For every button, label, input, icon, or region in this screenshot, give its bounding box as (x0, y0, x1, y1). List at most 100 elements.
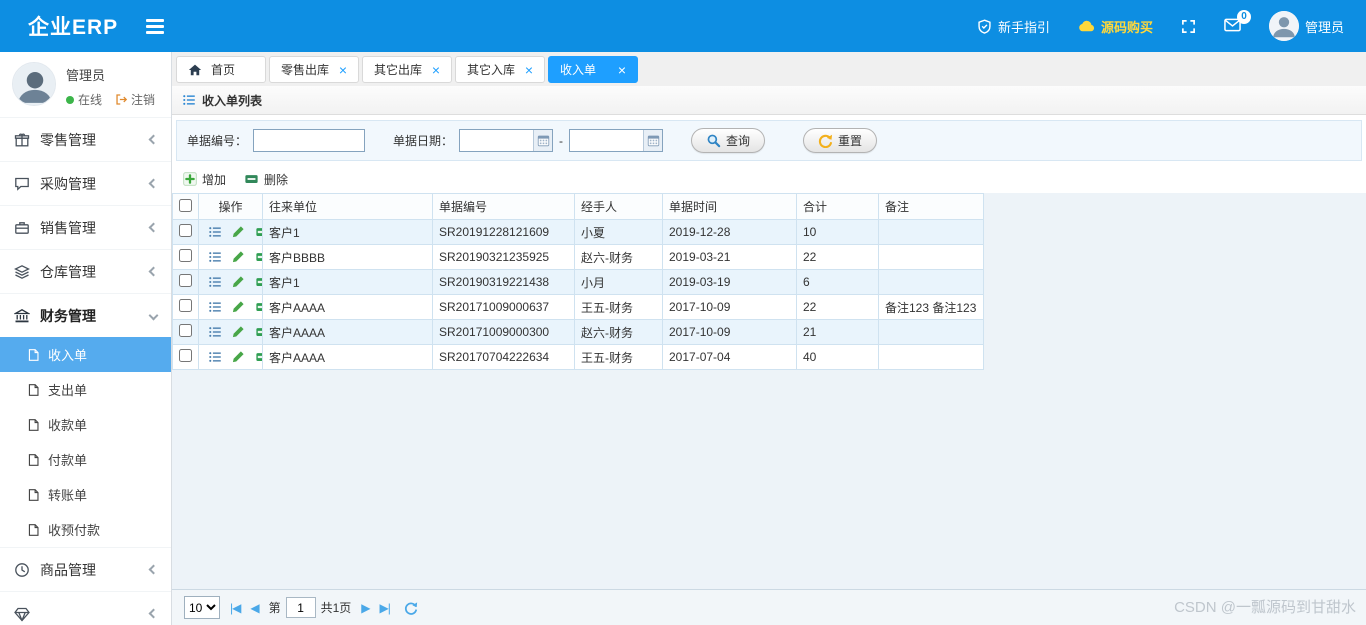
sidebar-subitem-transfer[interactable]: 转账单 (0, 477, 171, 512)
cell-doc-no: SR20191228121609 (433, 220, 575, 245)
row-money-card-icon[interactable] (255, 325, 263, 339)
guide-link[interactable]: 新手指引 (977, 17, 1050, 36)
col-header-remark: 备注 (879, 194, 984, 220)
chevron-left-icon (149, 565, 159, 575)
gift-icon (14, 132, 30, 148)
cell-remark (879, 320, 984, 345)
row-detail-icon[interactable] (208, 325, 222, 339)
chevron-left-icon (149, 267, 159, 277)
guide-label: 新手指引 (998, 17, 1050, 36)
tab-home[interactable]: 首页 (176, 56, 266, 83)
cell-doc-date: 2019-03-19 (663, 270, 797, 295)
buy-source-link[interactable]: 源码购买 (1078, 17, 1153, 36)
tab-income[interactable]: 收入单 × (548, 56, 638, 83)
messages-button[interactable]: 0 (1224, 18, 1241, 35)
row-detail-icon[interactable] (208, 275, 222, 289)
search-icon (706, 133, 721, 148)
cell-doc-date: 2019-12-28 (663, 220, 797, 245)
chevron-left-icon (149, 223, 159, 233)
sidebar-item-sales[interactable]: 销售管理 (0, 205, 171, 249)
tab-other-in[interactable]: 其它入库 × (455, 56, 545, 83)
cell-total: 10 (797, 220, 879, 245)
refresh-icon[interactable] (404, 601, 418, 615)
row-checkbox[interactable] (179, 274, 192, 287)
row-money-card-icon[interactable] (255, 250, 263, 264)
page-prefix: 第 (269, 599, 281, 616)
calendar-icon[interactable] (533, 130, 552, 151)
tab-close-icon[interactable]: × (432, 63, 440, 77)
tab-other-out[interactable]: 其它出库 × (362, 56, 452, 83)
buy-label: 源码购买 (1101, 17, 1153, 36)
page-title: 收入单列表 (202, 92, 262, 109)
cell-total: 40 (797, 345, 879, 370)
sidebar-item-retail[interactable]: 零售管理 (0, 117, 171, 161)
select-all-checkbox[interactable] (179, 199, 192, 212)
page-number-input[interactable] (286, 597, 316, 618)
page-prev-button[interactable]: ◀ (250, 601, 258, 615)
row-edit-pencil-icon[interactable] (231, 350, 245, 364)
row-edit-pencil-icon[interactable] (231, 250, 245, 264)
row-detail-icon[interactable] (208, 300, 222, 314)
col-header-operation: 操作 (199, 194, 263, 220)
tab-close-icon[interactable]: × (525, 63, 533, 77)
user-menu[interactable]: 管理员 (1269, 11, 1344, 41)
page-next-button[interactable]: ▶ (361, 601, 369, 615)
row-money-card-icon[interactable] (255, 225, 263, 239)
logout-button[interactable]: 注销 (115, 91, 155, 108)
sidebar-user-name: 管理员 (66, 65, 155, 84)
delete-button[interactable]: 删除 (244, 171, 288, 188)
row-detail-icon[interactable] (208, 225, 222, 239)
gem-icon (14, 606, 30, 622)
tab-close-icon[interactable]: × (339, 63, 347, 77)
row-checkbox[interactable] (179, 349, 192, 362)
row-checkbox[interactable] (179, 249, 192, 262)
tab-retail-out[interactable]: 零售出库 × (269, 56, 359, 83)
col-header-doc-no: 单据编号 (433, 194, 575, 220)
cell-handler: 赵六-财务 (575, 245, 663, 270)
row-checkbox[interactable] (179, 324, 192, 337)
select-all-cell (173, 194, 199, 220)
row-edit-pencil-icon[interactable] (231, 300, 245, 314)
table-area: 操作 往来单位 单据编号 经手人 单据时间 合计 备注 客户1 SR201912… (172, 193, 1366, 589)
chevron-left-icon (149, 179, 159, 189)
sidebar-subitem-income[interactable]: 收入单 (0, 337, 171, 372)
row-edit-pencil-icon[interactable] (231, 325, 245, 339)
cell-unit: 客户AAAA (263, 345, 433, 370)
table-toolbar: 增加 删除 (172, 165, 1366, 193)
sidebar-subitem-payment[interactable]: 付款单 (0, 442, 171, 477)
doc-no-input[interactable] (253, 129, 365, 152)
hamburger-menu-icon[interactable] (146, 19, 164, 34)
cell-unit: 客户1 (263, 270, 433, 295)
query-button[interactable]: 查询 (691, 128, 765, 153)
sidebar-subitem-receipt[interactable]: 收款单 (0, 407, 171, 442)
cell-doc-date: 2017-10-09 (663, 295, 797, 320)
sidebar-item-warehouse[interactable]: 仓库管理 (0, 249, 171, 293)
row-money-card-icon[interactable] (255, 350, 263, 364)
tab-close-icon[interactable]: × (618, 63, 626, 77)
sidebar-subitem-advance[interactable]: 收预付款 (0, 512, 171, 547)
page-last-button[interactable]: ▶| (380, 601, 390, 615)
sidebar-item-reports[interactable]: 商品管理 (0, 547, 171, 591)
reset-button[interactable]: 重置 (803, 128, 877, 153)
row-detail-icon[interactable] (208, 250, 222, 264)
page-first-button[interactable]: |◀ (230, 601, 240, 615)
row-edit-pencil-icon[interactable] (231, 275, 245, 289)
minus-card-icon (244, 172, 259, 186)
row-detail-icon[interactable] (208, 350, 222, 364)
cell-remark (879, 220, 984, 245)
row-checkbox[interactable] (179, 299, 192, 312)
sidebar-item-purchase[interactable]: 采购管理 (0, 161, 171, 205)
row-checkbox[interactable] (179, 224, 192, 237)
page-size-select[interactable]: 10 (184, 596, 220, 619)
add-button[interactable]: 增加 (183, 171, 226, 188)
calendar-icon[interactable] (643, 130, 662, 151)
fullscreen-button[interactable] (1181, 19, 1196, 34)
row-money-card-icon[interactable] (255, 275, 263, 289)
document-icon (27, 488, 40, 502)
row-edit-pencil-icon[interactable] (231, 225, 245, 239)
sidebar-subitem-expense[interactable]: 支出单 (0, 372, 171, 407)
sidebar-item-goods[interactable] (0, 591, 171, 625)
cell-unit: 客户1 (263, 220, 433, 245)
sidebar-item-finance[interactable]: 财务管理 (0, 293, 171, 337)
row-money-card-icon[interactable] (255, 300, 263, 314)
